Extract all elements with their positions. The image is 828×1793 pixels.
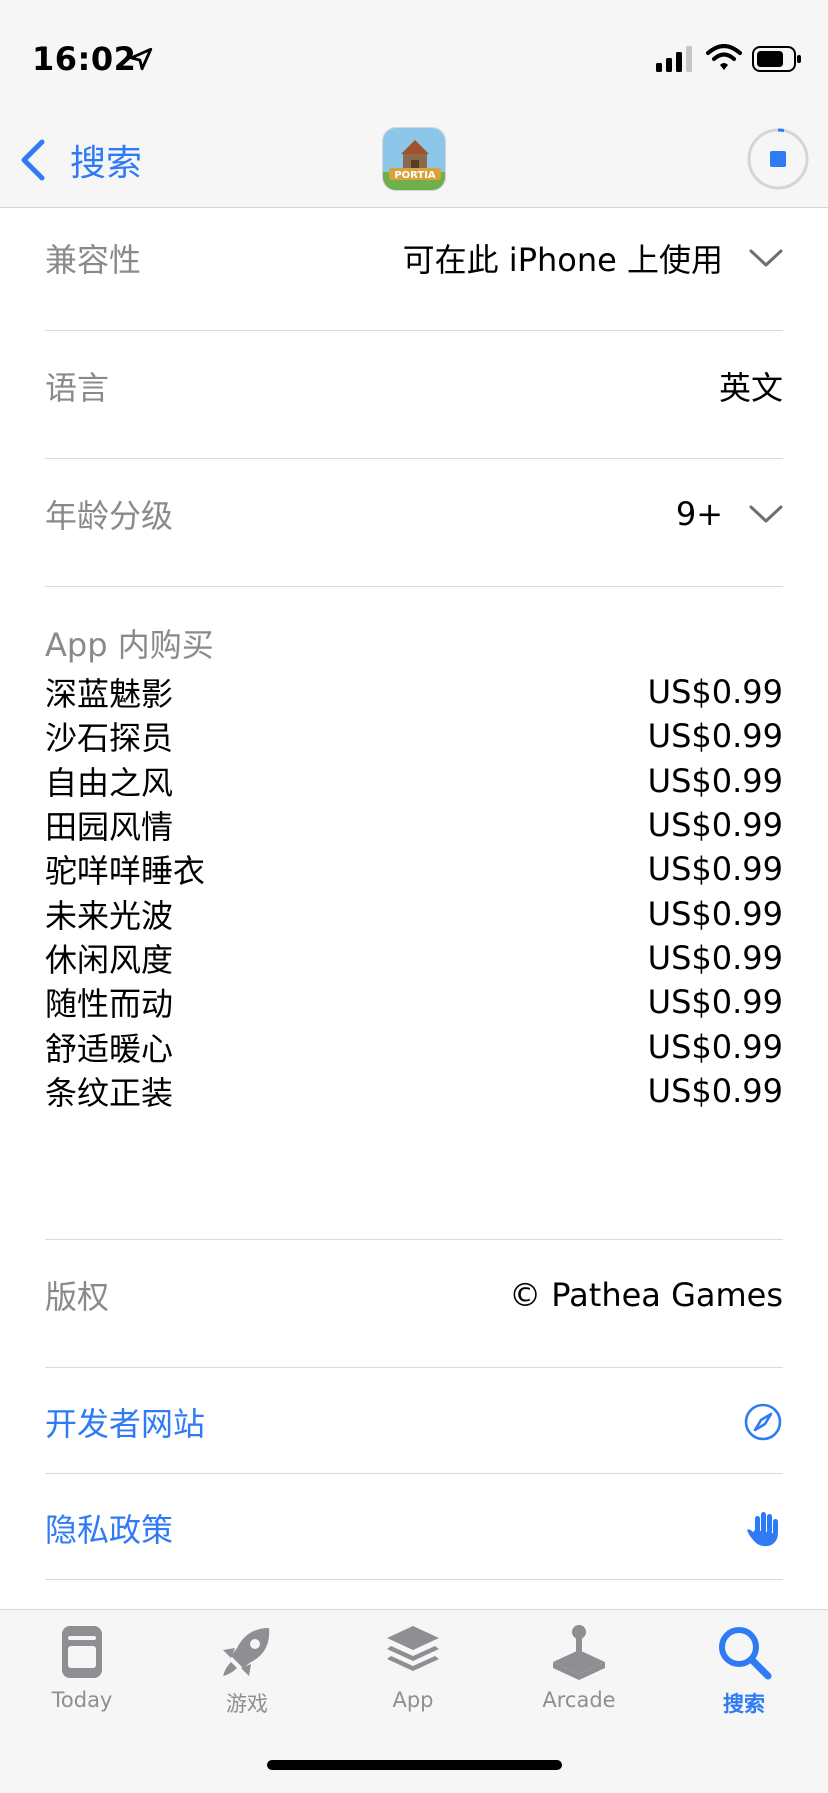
developer-website-label: 开发者网站 [45,1405,206,1443]
joystick-icon [553,1625,605,1680]
iap-item: 驼咩咩睡衣 US$0.99 [45,847,783,891]
iap-item-price: US$0.99 [647,938,783,977]
language-row: 语言 英文 [45,358,783,414]
compass-icon [744,1403,782,1441]
chevron-left-icon [21,139,45,181]
top-bar: 16:02 搜索 PORTIA [0,0,828,208]
divider [45,458,783,459]
tab-label: 搜索 [723,1692,765,1716]
privacy-policy-label: 隐私政策 [45,1511,174,1549]
tab-label: Arcade [542,1688,616,1712]
iap-item: 深蓝魅影 US$0.99 [45,670,783,714]
divider [45,586,783,587]
download-stop-button[interactable] [747,128,809,190]
divider [45,1473,783,1474]
tab-label: 游戏 [226,1692,268,1716]
back-button[interactable]: 搜索 [18,134,142,186]
iap-item-price: US$0.99 [647,806,783,845]
search-icon [719,1627,772,1680]
iap-item: 田园风情 US$0.99 [45,803,783,847]
iap-item-name: 随性而动 [45,985,174,1024]
tab-apps[interactable]: App [353,1622,473,1712]
app-icon-text: PORTIA [394,170,436,181]
app-stack-icon [387,1626,439,1671]
iap-item-price: US$0.99 [647,761,783,800]
language-label: 语言 [45,369,110,407]
iap-item: 随性而动 US$0.99 [45,980,783,1024]
iap-item-name: 未来光波 [45,896,174,935]
iap-item-name: 田园风情 [45,808,174,847]
tab-label: Today [51,1688,113,1712]
battery-icon [752,46,801,72]
hand-icon [747,1512,778,1547]
back-button-label: 搜索 [70,143,143,184]
age-rating-row[interactable]: 年龄分级 9+ [45,486,783,542]
iap-item: 条纹正装 US$0.99 [45,1069,783,1113]
iap-item: 休闲风度 US$0.99 [45,936,783,980]
cellular-signal-icon [656,46,692,72]
tab-label: App [392,1688,434,1712]
divider [45,330,783,331]
iap-item-price: US$0.99 [647,1071,783,1110]
iap-list: 深蓝魅影 US$0.99 沙石探员 US$0.99 自由之风 US$0.99 田园风情… [45,670,783,1113]
iap-item-name: 驼咩咩睡衣 [45,852,206,891]
iap-item-name: 条纹正装 [45,1073,174,1112]
rocket-icon [223,1628,270,1676]
iap-item-price: US$0.99 [647,850,783,889]
iap-item-name: 舒适暖心 [45,1029,174,1068]
iap-item: 沙石探员 US$0.99 [45,714,783,758]
iap-title: App 内购买 [45,626,214,664]
compatibility-value: 可在此 iPhone 上使用 [402,241,723,279]
iap-item-name: 自由之风 [45,763,174,802]
iap-item-price: US$0.99 [647,673,783,712]
app-icon[interactable]: PORTIA [382,127,446,191]
age-rating-label: 年龄分级 [45,497,174,535]
divider [45,1579,783,1580]
divider [45,1367,783,1368]
app-icon-artwork: PORTIA [383,128,445,190]
tab-arcade[interactable]: Arcade [519,1622,639,1712]
age-rating-value: 9+ [675,495,723,533]
compatibility-label: 兼容性 [45,241,142,279]
iap-item-name: 深蓝魅影 [45,675,174,714]
developer-website-link[interactable]: 开发者网站 [45,1396,783,1448]
iap-item-name: 沙石探员 [45,719,174,758]
today-icon [62,1626,102,1678]
language-value: 英文 [718,369,783,407]
divider [45,1239,783,1240]
compatibility-row[interactable]: 兼容性 可在此 iPhone 上使用 [45,230,783,286]
location-arrow-icon [129,47,153,71]
iap-item-price: US$0.99 [647,894,783,933]
iap-item-price: US$0.99 [647,983,783,1022]
chevron-down-icon[interactable] [749,504,783,524]
iap-item: 舒适暖心 US$0.99 [45,1024,783,1068]
copyright-label: 版权 [45,1278,110,1316]
iap-item: 自由之风 US$0.99 [45,759,783,803]
copyright-value: © Pathea Games [509,1276,783,1314]
iap-item: 未来光波 US$0.99 [45,891,783,935]
status-time: 16:02 [32,40,137,78]
privacy-policy-link[interactable]: 隐私政策 [45,1502,783,1554]
home-indicator [267,1760,562,1770]
tab-search[interactable]: 搜索 [684,1622,804,1718]
iap-item-price: US$0.99 [647,1027,783,1066]
wifi-icon [706,44,742,70]
tab-games[interactable]: 游戏 [187,1622,307,1718]
tab-today[interactable]: Today [22,1622,142,1712]
chevron-down-icon[interactable] [749,248,783,268]
iap-item-price: US$0.99 [647,717,783,756]
iap-item-name: 休闲风度 [45,940,174,979]
copyright-row: 版权 © Pathea Games [45,1267,783,1323]
